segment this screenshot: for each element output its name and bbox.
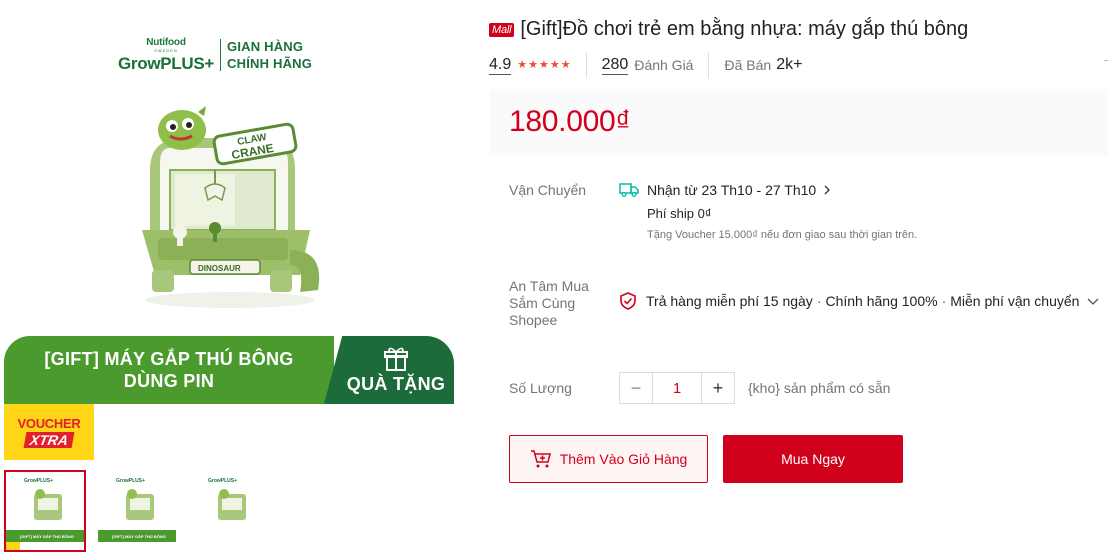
thumbnail-banner-text: [GIFT] MÁY GẮP THÚ BÔNG [112, 533, 166, 539]
product-title-row: Mall [Gift]Đồ chơi trẻ em bằng nhựa: máy… [489, 18, 968, 41]
thumbnail-toy-image [218, 489, 246, 520]
shipping-label: Vận Chuyển [509, 182, 587, 198]
star-icon: ★ [560, 58, 571, 71]
shipping-date: Nhận từ 23 Th10 - 27 Th10 [647, 182, 817, 198]
star-icon: ★ [528, 58, 538, 71]
shipping-fee: Phí ship 0₫ [647, 206, 712, 221]
thumbnail-toy-image [34, 489, 62, 520]
official-store-line2: CHÍNH HÃNG [227, 56, 313, 71]
quantity-input[interactable]: 1 [652, 373, 702, 403]
reviews-label: Đánh Giá [634, 57, 694, 73]
price-box: 180.000₫ [489, 89, 1108, 155]
toy-base-label: DINOSAUR [198, 264, 241, 273]
brand-logo: Nutifood SWEDEN GrowPLUS+ [118, 37, 215, 73]
buy-now-label: Mua Ngay [781, 451, 845, 467]
main-product-image[interactable]: Nutifood SWEDEN GrowPLUS+ GIAN HÀNG CHÍN… [0, 0, 460, 465]
product-title: [Gift]Đồ chơi trẻ em bằng nhựa: máy gắp … [520, 18, 969, 40]
star-icon: ★ [549, 58, 560, 71]
quantity-increase-button[interactable]: + [702, 373, 734, 403]
guarantee-separator: · [816, 293, 822, 309]
gift-banner: [GIFT] MÁY GẮP THÚ BÔNG DÙNG PIN QUÀ TẶN… [4, 336, 454, 404]
rating-stat[interactable]: 4.9 ★ ★ ★ ★ ★ [489, 56, 571, 75]
guarantee-label-line3: Shopee [509, 312, 558, 328]
sold-label: Đã Bán [724, 57, 772, 73]
thumbnail-2[interactable]: GrowPLUS+ [GIFT] MÁY GẮP THÚ BÔNG [96, 470, 178, 552]
gift-banner-line1: [GIFT] MÁY GẮP THÚ BÔNG [44, 349, 294, 369]
gift-banner-badge: QUÀ TẶNG [324, 336, 454, 404]
thumbnail-strip: GrowPLUS+ [GIFT] MÁY GẮP THÚ BÔNG GrowPL… [4, 470, 270, 552]
gift-icon [384, 347, 408, 371]
product-gallery: Nutifood SWEDEN GrowPLUS+ GIAN HÀNG CHÍN… [0, 0, 460, 559]
guarantee-label-line2: Sắm Cùng [509, 295, 576, 311]
add-to-cart-label: Thêm Vào Giỏ Hàng [559, 451, 688, 467]
brand-nutifood: Nutifood [146, 37, 186, 48]
guarantee-free-shipping: Miễn phí vận chuyển [950, 293, 1080, 309]
shipping-info: Nhận từ 23 Th10 - 27 Th10 Phí ship 0₫ Tặ… [619, 180, 1099, 241]
sold-stat: Đã Bán 2k+ [724, 56, 802, 74]
product-stats: 4.9 ★ ★ ★ ★ ★ 280 Đánh Giá Đã Bán 2k+ [489, 52, 802, 78]
mall-badge: Mall [489, 22, 515, 37]
official-store-line1: GIAN HÀNG [227, 39, 304, 54]
gift-banner-line2: DÙNG PIN [123, 371, 215, 391]
thumbnail-brand: GrowPLUS+ [208, 478, 238, 484]
guarantee-separator: · [941, 293, 947, 309]
voucher-xtra-badge: VOUCHER XTRA [4, 404, 94, 460]
stat-divider [708, 52, 710, 78]
guarantee-label-line1: An Tâm Mua [509, 278, 589, 294]
thumbnail-brand: GrowPLUS+ [24, 478, 54, 484]
brand-growplus: GrowPLUS+ [118, 54, 215, 73]
brand-header: Nutifood SWEDEN GrowPLUS+ GIAN HÀNG CHÍN… [118, 37, 312, 73]
thumbnail-3[interactable]: GrowPLUS+ [188, 470, 270, 552]
star-icon: ★ [539, 58, 549, 71]
rating-value: 4.9 [489, 55, 512, 75]
rating-stars: ★ ★ ★ ★ ★ [517, 58, 571, 71]
official-store-tag: GIAN HÀNG CHÍNH HÃNG [227, 38, 312, 72]
chevron-right-icon [824, 185, 831, 195]
buy-now-button[interactable]: Mua Ngay [723, 435, 903, 483]
star-icon: ★ [517, 58, 528, 71]
shipping-date-row[interactable]: Nhận từ 23 Th10 - 27 Th10 [619, 180, 1099, 200]
scroll-edge-mark [1104, 60, 1108, 61]
cart-icon [530, 450, 551, 468]
voucher-badge-top: VOUCHER [17, 416, 81, 431]
quantity-label: Số Lượng [509, 380, 572, 396]
chevron-down-icon [1087, 298, 1099, 305]
guarantee-row[interactable]: Trả hàng miễn phí 15 ngày · Chính hãng 1… [619, 292, 1099, 310]
reviews-stat[interactable]: 280 Đánh Giá [601, 55, 694, 75]
thumbnail-brand: GrowPLUS+ [116, 478, 146, 484]
stat-divider [585, 52, 587, 78]
thumbnail-1[interactable]: GrowPLUS+ [GIFT] MÁY GẮP THÚ BÔNG [4, 470, 86, 552]
reviews-count: 280 [601, 55, 629, 75]
thumbnail-banner: [GIFT] MÁY GẮP THÚ BÔNG [6, 530, 84, 542]
truck-icon [619, 183, 639, 197]
product-info: Mall [Gift]Đồ chơi trẻ em bằng nhựa: máy… [489, 0, 1108, 559]
stock-available: {kho} sản phẩm có sẵn [748, 380, 891, 396]
voucher-badge-bottom: XTRA [23, 432, 75, 448]
claw-machine-toy-image: CLAW CRANE DINOSAUR [142, 106, 320, 308]
guarantee-return: Trả hàng miễn phí 15 ngày [646, 293, 813, 309]
thumbnail-banner-text: [GIFT] MÁY GẮP THÚ BÔNG [20, 533, 74, 539]
thumbnail-banner: [GIFT] MÁY GẮP THÚ BÔNG [98, 530, 176, 542]
shield-icon [620, 292, 636, 310]
thumbnail-toy-image [126, 489, 154, 520]
thumbnail-voucher [6, 542, 20, 550]
brand-divider [220, 39, 222, 71]
quantity-stepper: − 1 + [619, 372, 735, 404]
guarantee-label: An Tâm Mua Sắm Cùng Shopee [509, 278, 589, 329]
gift-label: QUÀ TẶNG [346, 373, 446, 394]
quantity-decrease-button[interactable]: − [620, 373, 652, 403]
add-to-cart-button[interactable]: Thêm Vào Giỏ Hàng [509, 435, 708, 483]
sold-count: 2k+ [776, 56, 803, 73]
product-price: 180.000₫ [509, 105, 631, 138]
gift-banner-title: [GIFT] MÁY GẮP THÚ BÔNG DÙNG PIN [4, 336, 334, 404]
brand-sweden: SWEDEN [154, 48, 178, 53]
shipping-voucher-note: Tặng Voucher 15.000₫ nếu đơn giao sau th… [647, 229, 918, 241]
guarantee-authentic: Chính hãng 100% [825, 293, 938, 309]
